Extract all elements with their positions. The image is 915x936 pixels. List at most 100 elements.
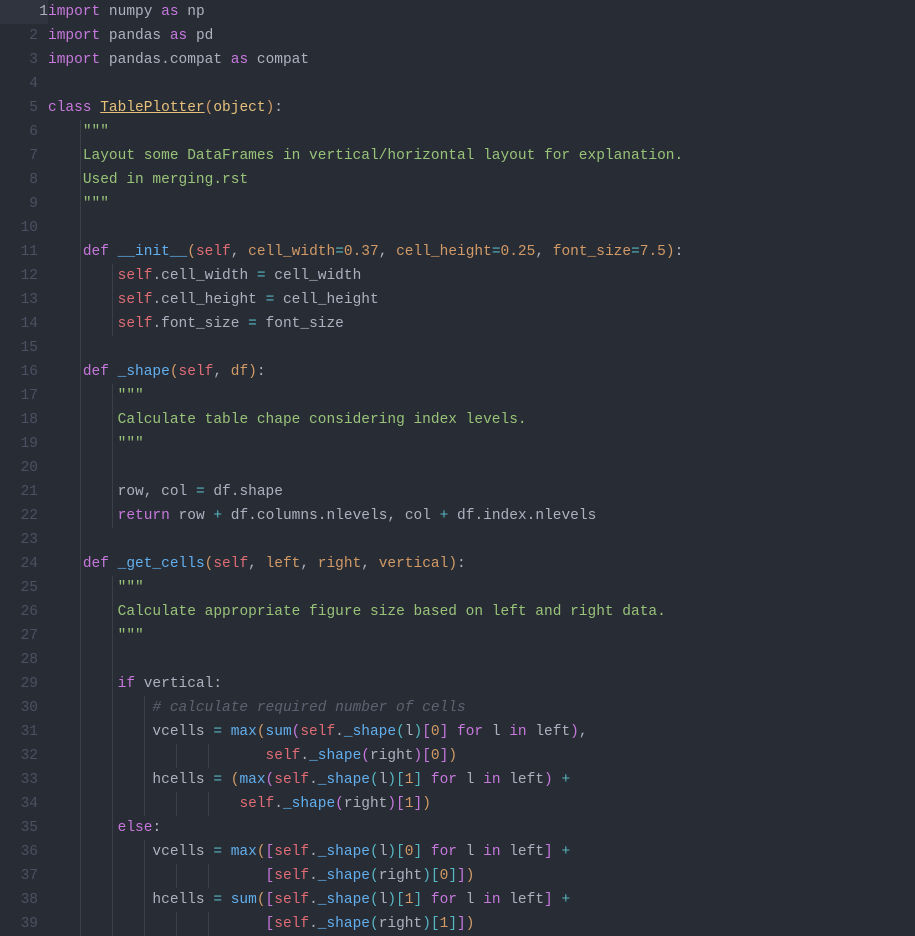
- code-line[interactable]: self._shape(right)[1]): [48, 792, 915, 816]
- code-line[interactable]: return row + df.columns.nlevels, col + d…: [48, 504, 915, 528]
- code-line[interactable]: [48, 336, 915, 360]
- line-text: [self._shape(right)[0]]): [48, 868, 474, 884]
- code-line[interactable]: import numpy as np: [48, 0, 915, 24]
- code-line[interactable]: """: [48, 192, 915, 216]
- line-number: 12: [0, 264, 38, 288]
- code-line[interactable]: # calculate required number of cells: [48, 696, 915, 720]
- line-text: import pandas.compat as compat: [48, 52, 309, 68]
- line-text: hcells = (max(self._shape(l)[1] for l in…: [48, 772, 570, 788]
- code-line[interactable]: vcells = max([self._shape(l)[0] for l in…: [48, 840, 915, 864]
- code-line[interactable]: """: [48, 432, 915, 456]
- code-line[interactable]: self.font_size = font_size: [48, 312, 915, 336]
- line-number: 5: [0, 96, 38, 120]
- line-text: self.cell_width = cell_width: [48, 268, 361, 284]
- code-line[interactable]: else:: [48, 816, 915, 840]
- line-text: def _get_cells(self, left, right, vertic…: [48, 556, 466, 572]
- code-line[interactable]: hcells = sum([self._shape(l)[1] for l in…: [48, 888, 915, 912]
- line-text: vcells = max(sum(self._shape(l)[0] for l…: [48, 724, 588, 740]
- line-text: else:: [48, 820, 161, 836]
- code-line[interactable]: def _shape(self, df):: [48, 360, 915, 384]
- indent-guide: [112, 456, 113, 480]
- line-number: 8: [0, 168, 38, 192]
- code-line[interactable]: """: [48, 384, 915, 408]
- line-number: 7: [0, 144, 38, 168]
- code-line[interactable]: vcells = max(sum(self._shape(l)[0] for l…: [48, 720, 915, 744]
- code-line[interactable]: """: [48, 624, 915, 648]
- line-number: 19: [0, 432, 38, 456]
- code-line[interactable]: Calculate table chape considering index …: [48, 408, 915, 432]
- code-line[interactable]: [self._shape(right)[1]]): [48, 912, 915, 936]
- code-editor[interactable]: 1234567891011121314151617181920212223242…: [0, 0, 915, 933]
- code-line[interactable]: [self._shape(right)[0]]): [48, 864, 915, 888]
- line-number: 10: [0, 216, 38, 240]
- code-line[interactable]: if vertical:: [48, 672, 915, 696]
- line-number: 33: [0, 768, 38, 792]
- line-number: 30: [0, 696, 38, 720]
- line-text: self.cell_height = cell_height: [48, 292, 379, 308]
- indent-guide: [80, 216, 81, 240]
- line-number: 39: [0, 912, 38, 936]
- code-line[interactable]: [48, 72, 915, 96]
- code-line[interactable]: self.cell_width = cell_width: [48, 264, 915, 288]
- line-text: hcells = sum([self._shape(l)[1] for l in…: [48, 892, 570, 908]
- code-line[interactable]: """: [48, 576, 915, 600]
- code-line[interactable]: row, col = df.shape: [48, 480, 915, 504]
- indent-guide: [112, 648, 113, 672]
- line-text: import numpy as np: [48, 4, 205, 20]
- line-number: 22: [0, 504, 38, 528]
- line-text: Calculate appropriate figure size based …: [48, 604, 666, 620]
- line-text: row, col = df.shape: [48, 484, 283, 500]
- line-number: 20: [0, 456, 38, 480]
- line-number: 31: [0, 720, 38, 744]
- line-number: 1: [0, 0, 48, 24]
- line-number: 6: [0, 120, 38, 144]
- line-number: 3: [0, 48, 38, 72]
- indent-guide: [80, 528, 81, 552]
- indent-guide: [80, 648, 81, 672]
- line-number: 35: [0, 816, 38, 840]
- line-number: 4: [0, 72, 38, 96]
- code-line[interactable]: Layout some DataFrames in vertical/horiz…: [48, 144, 915, 168]
- line-number: 16: [0, 360, 38, 384]
- code-area[interactable]: import numpy as np import pandas as pd imp…: [48, 0, 915, 933]
- line-number: 2: [0, 24, 38, 48]
- line-number: 21: [0, 480, 38, 504]
- code-line[interactable]: [48, 456, 915, 480]
- code-line[interactable]: hcells = (max(self._shape(l)[1] for l in…: [48, 768, 915, 792]
- line-text: self._shape(right)[1]): [48, 796, 431, 812]
- code-line[interactable]: class TablePlotter(object):: [48, 96, 915, 120]
- line-text: """: [48, 124, 109, 140]
- line-number: 24: [0, 552, 38, 576]
- line-number: 14: [0, 312, 38, 336]
- code-line[interactable]: def __init__(self, cell_width=0.37, cell…: [48, 240, 915, 264]
- line-text: [self._shape(right)[1]]): [48, 916, 474, 932]
- code-line[interactable]: import pandas.compat as compat: [48, 48, 915, 72]
- line-text: def _shape(self, df):: [48, 364, 266, 380]
- line-text: class TablePlotter(object):: [48, 100, 283, 116]
- indent-guide: [80, 456, 81, 480]
- line-text: Calculate table chape considering index …: [48, 412, 527, 428]
- code-line[interactable]: self.cell_height = cell_height: [48, 288, 915, 312]
- code-line[interactable]: """: [48, 120, 915, 144]
- code-line[interactable]: Used in merging.rst: [48, 168, 915, 192]
- line-number: 28: [0, 648, 38, 672]
- code-line[interactable]: self._shape(right)[0]): [48, 744, 915, 768]
- line-text: self._shape(right)[0]): [48, 748, 457, 764]
- code-line[interactable]: import pandas as pd: [48, 24, 915, 48]
- line-text: """: [48, 436, 144, 452]
- line-number: 36: [0, 840, 38, 864]
- line-text: """: [48, 628, 144, 644]
- code-line[interactable]: Calculate appropriate figure size based …: [48, 600, 915, 624]
- line-number: 26: [0, 600, 38, 624]
- line-text: self.font_size = font_size: [48, 316, 344, 332]
- line-number: 32: [0, 744, 38, 768]
- line-number: 37: [0, 864, 38, 888]
- line-number: 15: [0, 336, 38, 360]
- code-line[interactable]: def _get_cells(self, left, right, vertic…: [48, 552, 915, 576]
- line-number: 13: [0, 288, 38, 312]
- code-line[interactable]: [48, 648, 915, 672]
- line-number: 17: [0, 384, 38, 408]
- code-line[interactable]: [48, 528, 915, 552]
- line-number: 34: [0, 792, 38, 816]
- code-line[interactable]: [48, 216, 915, 240]
